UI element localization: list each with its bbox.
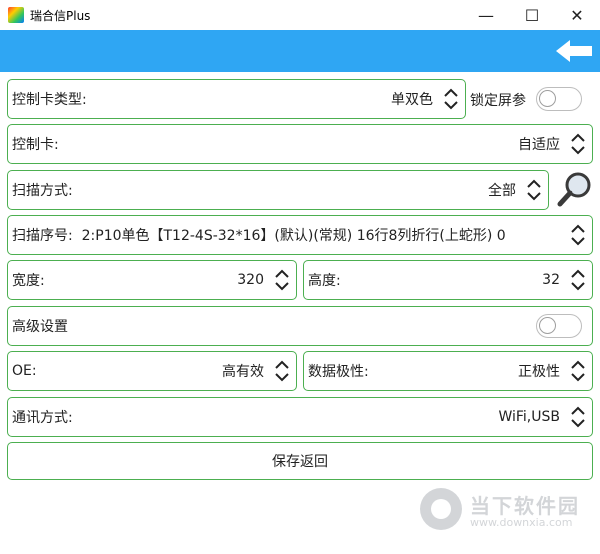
app-icon [8, 7, 24, 23]
advanced-settings-row: 高级设置 [7, 306, 593, 346]
comm-select[interactable]: 通讯方式: WiFi,USB [7, 397, 593, 437]
height-label: 高度: [308, 273, 341, 289]
card-value: 自适应 [518, 137, 560, 153]
toolbar [0, 30, 600, 72]
scan-mode-label: 扫描方式: [12, 183, 73, 199]
card-type-select[interactable]: 控制卡类型: 单双色 [7, 79, 466, 119]
updown-icon [570, 268, 586, 292]
card-label: 控制卡: [12, 137, 59, 153]
scan-seq-select[interactable]: 扫描序号: 2:P10单色【T12-4S-32*16】(默认)(常规) 16行8… [7, 215, 593, 255]
title-bar: 瑞合信Plus — ☐ ✕ [0, 0, 600, 30]
card-type-value: 单双色 [391, 92, 433, 108]
comm-label: 通讯方式: [12, 410, 73, 426]
watermark-title: 当下软件园 [470, 494, 580, 518]
updown-icon [570, 405, 586, 429]
toggle-knob [539, 317, 556, 334]
lock-screen-label: 锁定屏参 [470, 93, 526, 109]
width-value: 320 [237, 272, 264, 288]
updown-icon [274, 268, 290, 292]
scan-seq-label-line: 扫描序号: 2:P10单色【T12-4S-32*16】(默认)(常规) 16行8… [12, 225, 557, 245]
polarity-label: 数据极性: [308, 364, 369, 380]
scan-seq-label: 扫描序号: [12, 228, 73, 244]
search-icon [557, 172, 591, 207]
polarity-select[interactable]: 数据极性: 正极性 [303, 351, 593, 391]
arrow-left-icon [556, 40, 592, 62]
oe-value: 高有效 [222, 364, 264, 380]
updown-icon [274, 359, 290, 383]
updown-icon [570, 359, 586, 383]
height-value: 32 [542, 272, 560, 288]
advanced-toggle[interactable] [536, 314, 582, 338]
polarity-value: 正极性 [518, 364, 560, 380]
search-button[interactable] [556, 170, 594, 208]
width-label: 宽度: [12, 273, 45, 289]
toggle-knob [539, 90, 556, 107]
comm-value: WiFi,USB [498, 409, 560, 425]
width-stepper[interactable]: 宽度: 320 [7, 260, 297, 300]
back-button[interactable] [554, 36, 594, 66]
close-button[interactable]: ✕ [554, 0, 600, 30]
save-return-button[interactable]: 保存返回 [7, 442, 593, 480]
watermark-url: www.downxia.com [470, 516, 573, 529]
advanced-label: 高级设置 [12, 319, 68, 335]
scan-seq-value: 2:P10单色【T12-4S-32*16】(默认)(常规) 16行8列折行(上蛇… [81, 228, 506, 244]
oe-label: OE: [12, 363, 37, 379]
scan-mode-value: 全部 [488, 183, 516, 199]
updown-icon [570, 132, 586, 156]
lock-screen-toggle[interactable] [536, 87, 582, 111]
window-title: 瑞合信Plus [30, 9, 91, 23]
watermark: 当下软件园 www.downxia.com [420, 486, 592, 534]
scan-mode-select[interactable]: 扫描方式: 全部 [7, 170, 549, 210]
watermark-logo-icon [420, 488, 462, 530]
minimize-button[interactable]: — [463, 0, 509, 30]
maximize-button[interactable]: ☐ [509, 0, 555, 30]
updown-icon [443, 87, 459, 111]
height-stepper[interactable]: 高度: 32 [303, 260, 593, 300]
oe-select[interactable]: OE: 高有效 [7, 351, 297, 391]
card-select[interactable]: 控制卡: 自适应 [7, 124, 593, 164]
card-type-label: 控制卡类型: [12, 92, 87, 108]
updown-icon [570, 223, 586, 247]
updown-icon [526, 178, 542, 202]
